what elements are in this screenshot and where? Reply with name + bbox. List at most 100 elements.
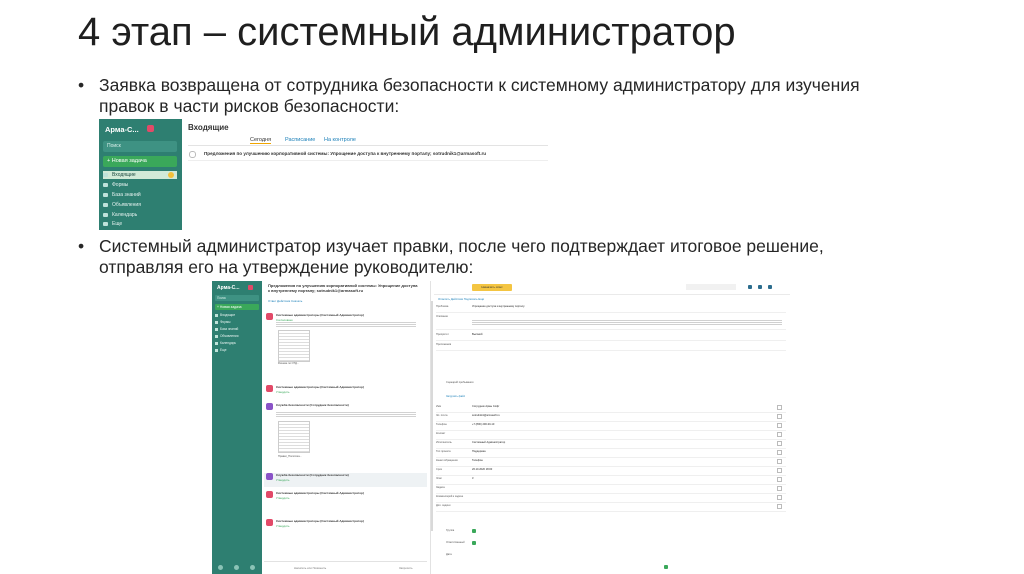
bullet-2: • Системный администратор изучает правки… (78, 236, 958, 280)
tab-control[interactable]: На контроле (324, 137, 356, 143)
document-thumbnail[interactable] (278, 421, 310, 453)
assign-button[interactable]: Назначить ответ (472, 284, 512, 291)
ticket-title: Предложения по улучшению корпоративной с… (268, 283, 418, 293)
composer-placeholder[interactable]: Написать или Позвонить (294, 566, 326, 570)
sidebar-item-forms[interactable]: Формы (215, 320, 230, 325)
sidebar-item-calendar[interactable]: Календарь (103, 211, 137, 219)
slide-title: 4 этап – системный администратор (78, 10, 736, 54)
sidebar-item-inbox[interactable]: Входящие (103, 171, 177, 179)
edit-icon[interactable] (777, 486, 782, 491)
message-author: Системные администраторы (Системный Адми… (276, 491, 364, 495)
form-actions[interactable]: Ответить Действия Подписать Ещё (438, 297, 484, 301)
message-author: Системные администраторы (Системный Адми… (276, 385, 364, 389)
file-label: Сценарий пребывания (446, 381, 474, 384)
search-input[interactable]: Поиск (215, 295, 259, 301)
row-checkbox[interactable] (189, 151, 196, 158)
list-actions[interactable]: Ответ Действия Скачать (268, 299, 302, 303)
notification-icon[interactable] (748, 285, 752, 289)
message-list: Предложения по улучшению корпоративной с… (264, 281, 431, 574)
inbox-panel: Входящие Сегодня Расписание На контроле … (184, 119, 549, 230)
notification-badge[interactable] (147, 125, 154, 132)
request-button[interactable]: Запросить (399, 566, 413, 570)
search-input[interactable] (686, 284, 736, 290)
message-author: Системные администраторы (Системный Адми… (276, 313, 364, 317)
list-item[interactable]: Системные администраторы (Системный Адми… (264, 313, 427, 371)
group-label: Группа (446, 529, 455, 532)
avatar (266, 491, 273, 498)
edit-icon[interactable] (777, 405, 782, 410)
bullet-1-line-1: Заявка возвращена от сотрудника безопасн… (99, 75, 860, 95)
sidebar-item-knowledge[interactable]: База знаний (103, 191, 141, 199)
message-author: Служба безопасности (Сотрудник безопасно… (276, 473, 349, 477)
message-author: Служба безопасности (Сотрудник безопасно… (276, 403, 349, 407)
help-icon[interactable] (234, 565, 239, 570)
tab-today[interactable]: Сегодня (250, 137, 272, 144)
bullet-2-line-1: Системный администратор изучает правки, … (99, 236, 824, 256)
message-author: Системные администраторы (Системный Адми… (276, 519, 364, 523)
form-field[interactable]: Приоритет Высокий (436, 331, 786, 341)
forms-icon (103, 183, 108, 187)
scrollbar[interactable] (431, 301, 433, 531)
edit-icon[interactable] (777, 468, 782, 473)
list-item[interactable]: Служба безопасности (Сотрудник безопасно… (264, 403, 427, 467)
calendar-icon (215, 342, 218, 345)
list-item[interactable]: Системные администраторы (Системный Адми… (264, 519, 427, 533)
bullet-dot: • (78, 75, 85, 95)
form-field[interactable]: Доп. задачи (436, 502, 786, 512)
edit-icon[interactable] (777, 477, 782, 482)
ticket-form: Назначить ответ Ответить Действия Подпис… (434, 281, 790, 574)
document-thumbnail[interactable] (278, 330, 310, 362)
inbox-row[interactable]: Предложения по улучшению корпоративной с… (204, 151, 486, 156)
list-item[interactable]: Системные администраторы (Системный Адми… (264, 491, 427, 505)
message-status: Утвердить (276, 478, 290, 482)
sidebar-item-knowledge[interactable]: База знаний (215, 327, 238, 332)
app-name: Арма-С... (217, 285, 240, 291)
edit-icon[interactable] (777, 414, 782, 419)
edit-icon[interactable] (777, 504, 782, 509)
megaphone-icon (215, 335, 218, 338)
avatar[interactable] (768, 285, 772, 289)
new-task-button[interactable]: + Новая задача (215, 304, 259, 310)
form-field[interactable]: Проблема Упрощение доступа к внутреннему … (436, 303, 786, 313)
edit-icon[interactable] (777, 423, 782, 428)
bullet-2-line-2: отправляя его на утверждение руководител… (99, 257, 474, 277)
status-icon (472, 541, 476, 545)
notification-badge[interactable] (248, 285, 253, 290)
edit-icon[interactable] (777, 495, 782, 500)
avatar (266, 313, 273, 320)
new-task-button[interactable]: + Новая задача (103, 156, 177, 167)
sidebar-item-more[interactable]: Еще (103, 220, 122, 228)
edit-icon[interactable] (777, 450, 782, 455)
chat-icon[interactable] (758, 285, 762, 289)
list-item[interactable]: Служба безопасности (Сотрудник безопасно… (264, 473, 427, 487)
avatar (266, 403, 273, 410)
form-field[interactable]: Приложения (436, 341, 786, 351)
edit-icon[interactable] (777, 432, 782, 437)
avatar (266, 385, 273, 392)
sidebar-item-announcements[interactable]: Объявления (103, 201, 141, 209)
plus-icon (215, 349, 218, 352)
tab-schedule[interactable]: Расписание (285, 137, 315, 143)
sidebar-item-calendar[interactable]: Календарь (215, 341, 236, 346)
megaphone-icon (103, 203, 108, 207)
forms-icon (215, 321, 218, 324)
count-badge (168, 172, 174, 178)
screenshot-inbox: Арма-С... Поиск + Новая задача Входящие … (99, 119, 549, 230)
sidebar-item-inbox[interactable]: Входящие (215, 313, 235, 318)
sidebar-item-announcements[interactable]: Объявления (215, 334, 238, 339)
upload-button[interactable]: Загрузить файл (446, 395, 465, 398)
status-icon (472, 529, 476, 533)
sidebar: Арма-С... Поиск + Новая задача Входящие … (212, 281, 262, 574)
settings-icon[interactable] (218, 565, 223, 570)
list-item[interactable]: Системные администраторы (Системный Адми… (264, 385, 427, 399)
search-input[interactable]: Поиск (103, 141, 177, 152)
sidebar-item-forms[interactable]: Формы (103, 181, 128, 189)
date-label: Дата (446, 553, 452, 556)
composer-bar[interactable]: Написать или Позвонить Запросить (264, 561, 427, 574)
divider (188, 160, 548, 161)
edit-icon[interactable] (777, 459, 782, 464)
avatar (266, 519, 273, 526)
edit-icon[interactable] (777, 441, 782, 446)
user-icon[interactable] (250, 565, 255, 570)
sidebar-item-more[interactable]: Еще (215, 348, 227, 353)
